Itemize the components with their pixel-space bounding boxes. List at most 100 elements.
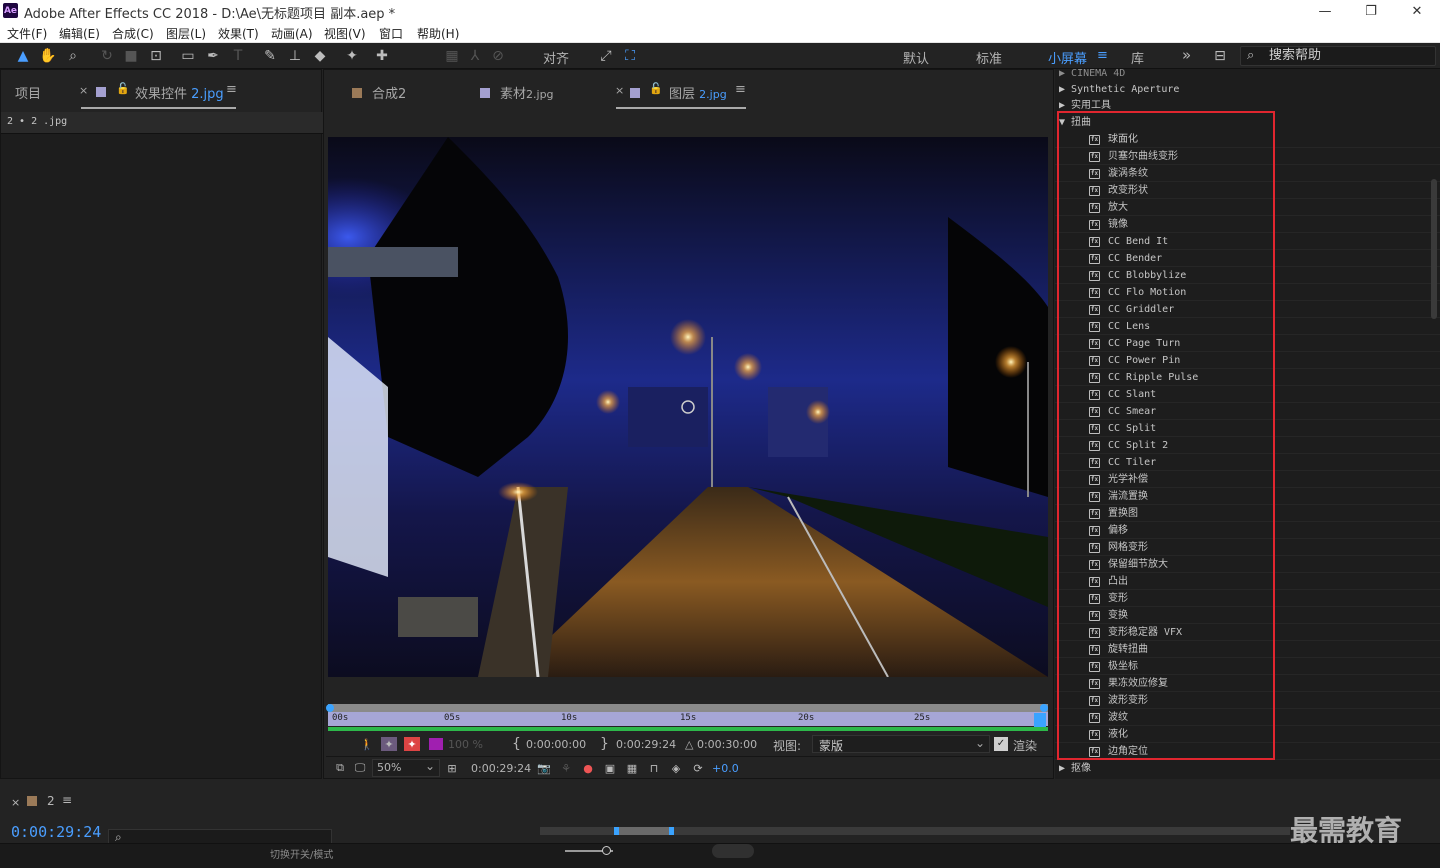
workspace-libraries[interactable]: 库 xyxy=(1131,48,1144,67)
tab-composition[interactable]: 合成2 xyxy=(372,83,406,102)
close-tab-icon[interactable]: × xyxy=(11,796,20,809)
reset-exposure-icon[interactable]: ◈ xyxy=(668,761,684,775)
menu-composition[interactable]: 合成(C) xyxy=(112,25,154,42)
menu-view[interactable]: 视图(V) xyxy=(324,25,366,42)
menu-help[interactable]: 帮助(H) xyxy=(417,25,459,42)
current-time-value[interactable]: 0:00:29:24 xyxy=(471,762,531,775)
selection-tool-icon[interactable]: ▲ xyxy=(13,47,33,65)
tab-layer[interactable]: 图层 2.jpg xyxy=(669,83,727,102)
workspace-standard[interactable]: 标准 xyxy=(976,48,1002,67)
eraser-tool-icon[interactable]: ◆ xyxy=(310,47,330,65)
category-keying[interactable]: ▶ 抠像 xyxy=(1059,760,1091,777)
workspace-menu-icon[interactable]: ≡ xyxy=(1097,48,1108,63)
lock-icon[interactable]: 🔓 xyxy=(116,82,130,95)
motion-path-icon[interactable]: 🚶 xyxy=(359,737,375,751)
menu-animation[interactable]: 动画(A) xyxy=(271,25,313,42)
opacity-value[interactable]: 100 % xyxy=(448,738,483,751)
show-snapshot-icon[interactable]: ⚘ xyxy=(558,761,574,775)
view-axis-icon[interactable]: ⊘ xyxy=(488,47,508,65)
layer-image-night-street[interactable] xyxy=(328,137,1048,677)
close-button[interactable]: ✕ xyxy=(1394,0,1440,22)
panel-menu-icon[interactable]: ≡ xyxy=(735,82,746,97)
hand-tool-icon[interactable]: ✋ xyxy=(38,47,58,65)
camera-tool-icon[interactable]: ■ xyxy=(121,47,141,65)
fit-icon[interactable]: ⊞ xyxy=(444,761,460,775)
monitor-icon[interactable]: 🖵 xyxy=(352,761,368,775)
navigator-range[interactable] xyxy=(616,827,672,835)
tab-effect-controls[interactable]: 效果控件 2.jpg xyxy=(135,83,224,102)
lock-icon[interactable]: 🔓 xyxy=(649,82,663,95)
brush-tool-icon[interactable]: ✎ xyxy=(260,47,280,65)
category-cinema4d[interactable]: ▶ CINEMA 4D xyxy=(1059,65,1125,82)
layer-viewer-controls: 🚶 ✦ ✦ 100 % { 0:00:00:00 } 0:00:29:24 △ … xyxy=(326,733,1053,755)
transparency-grid-icon[interactable]: ▦ xyxy=(624,761,640,775)
rotate-tool-icon[interactable]: ↻ xyxy=(97,47,117,65)
pan-behind-tool-icon[interactable]: ⊡ xyxy=(146,47,166,65)
roi-icon[interactable]: ▣ xyxy=(602,761,618,775)
menu-file[interactable]: 文件(F) xyxy=(7,25,47,42)
clone-stamp-tool-icon[interactable]: ⊥ xyxy=(285,47,305,65)
panel-menu-icon[interactable]: ≡ xyxy=(62,793,72,807)
in-time-value[interactable]: 0:00:00:00 xyxy=(526,738,586,751)
close-tab-icon[interactable]: × xyxy=(79,84,88,97)
menu-effect[interactable]: 效果(T) xyxy=(218,25,259,42)
always-preview-icon[interactable]: ⧉ xyxy=(332,761,348,775)
current-time-indicator[interactable] xyxy=(1034,713,1046,727)
help-search-input[interactable]: ⌕ 搜索帮助 xyxy=(1240,46,1436,66)
exposure-value[interactable]: +0.0 xyxy=(712,762,739,775)
navigator-end-handle[interactable] xyxy=(669,827,674,835)
composition-swatch xyxy=(352,88,362,98)
toggle-switches-label[interactable]: 切换开关/模式 xyxy=(270,846,333,861)
snapping-label: 对齐 xyxy=(543,52,570,67)
local-axis-icon[interactable]: ▦ xyxy=(442,47,462,65)
category-synthetic-aperture[interactable]: ▶ Synthetic Aperture xyxy=(1059,81,1179,98)
3d-view-icon[interactable]: ⊓ xyxy=(646,761,662,775)
minimize-button[interactable]: — xyxy=(1302,0,1348,22)
ruler-tick: 15s xyxy=(680,713,697,723)
workspace-more-button[interactable]: » xyxy=(1182,46,1191,64)
set-out-icon[interactable]: } xyxy=(600,736,609,752)
set-in-icon[interactable]: { xyxy=(512,736,521,752)
render-checkbox[interactable]: ✓ xyxy=(994,737,1008,751)
snap-features-icon[interactable]: ⤢ xyxy=(596,47,616,65)
menu-edit[interactable]: 编辑(E) xyxy=(59,25,100,42)
roto-icon[interactable]: ✦ xyxy=(404,737,420,751)
menu-window[interactable]: 窗口 xyxy=(379,25,403,42)
workspace-default[interactable]: 默认 xyxy=(903,48,929,67)
onion-skin-icon[interactable]: ✦ xyxy=(381,737,397,751)
roto-brush-tool-icon[interactable]: ✦ xyxy=(342,47,362,65)
tab-footage[interactable]: 素材2.jpg xyxy=(500,83,554,102)
close-tab-icon[interactable]: × xyxy=(615,84,624,97)
scroll-handle[interactable] xyxy=(712,844,754,858)
in-point-handle[interactable] xyxy=(326,704,334,712)
type-tool-icon[interactable]: T xyxy=(228,47,248,65)
world-axis-icon[interactable]: ⅄ xyxy=(465,47,485,65)
zoom-tool-icon[interactable]: ⌕ xyxy=(63,47,83,65)
effects-scrollbar[interactable] xyxy=(1431,179,1437,319)
tab-project[interactable]: 项目 xyxy=(15,83,41,102)
snap-bounds-icon[interactable]: ⛶ xyxy=(620,47,640,65)
time-ruler[interactable]: 00s 05s 10s 15s 20s 25s xyxy=(328,712,1048,726)
work-area-bar[interactable] xyxy=(328,704,1048,712)
navigator-start-handle[interactable] xyxy=(614,827,619,835)
timeline-timecode[interactable]: 0:00:29:24 xyxy=(11,823,101,841)
puppet-pin-tool-icon[interactable]: ✚ xyxy=(372,47,392,65)
panel-menu-icon[interactable]: ≡ xyxy=(226,82,237,97)
sync-settings-icon[interactable]: ⊟ xyxy=(1210,47,1230,65)
view-select[interactable]: 蒙版 ⌄ xyxy=(812,735,990,753)
color-swatch-icon[interactable] xyxy=(429,738,443,750)
restore-button[interactable]: ❐ xyxy=(1348,0,1394,22)
timeline-tab-comp[interactable]: 2 xyxy=(47,794,55,808)
after-effects-logo-icon: Ae xyxy=(3,3,18,18)
zoom-select[interactable]: 50% ⌄ xyxy=(372,759,440,777)
menu-layer[interactable]: 图层(L) xyxy=(166,25,206,42)
project-panel: 项目 × 🔓 效果控件 2.jpg ≡ 2 • 2 .jpg xyxy=(0,69,323,779)
channel-icon[interactable]: ● xyxy=(580,761,596,775)
rectangle-tool-icon[interactable]: ▭ xyxy=(178,47,198,65)
out-point-handle[interactable] xyxy=(1040,704,1048,712)
out-time-value[interactable]: 0:00:29:24 xyxy=(616,738,676,751)
snapshot-icon[interactable]: 📷 xyxy=(536,761,552,775)
exposure-icon[interactable]: ⟳ xyxy=(690,761,706,775)
pen-tool-icon[interactable]: ✒ xyxy=(203,47,223,65)
zoom-slider-handle[interactable] xyxy=(602,846,611,855)
